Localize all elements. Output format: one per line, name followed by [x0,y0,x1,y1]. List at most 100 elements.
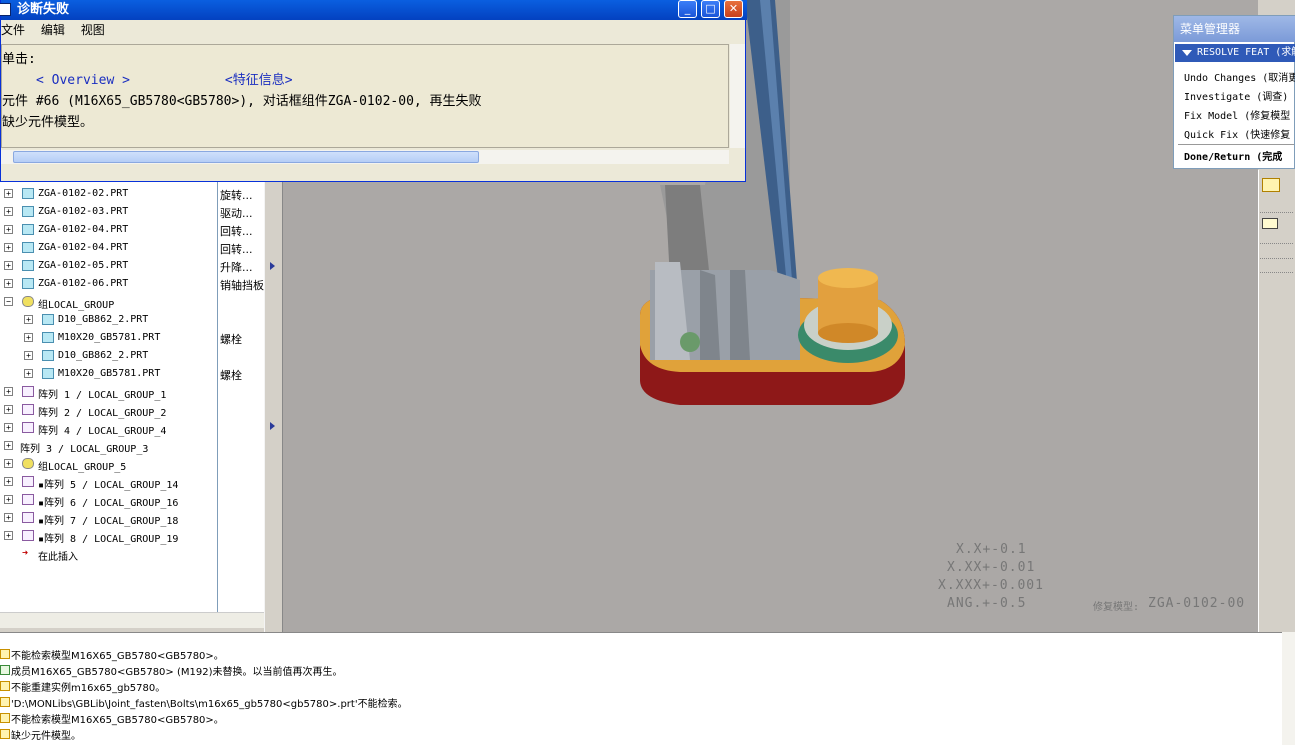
tree-item-label: ZGA-0102-04.PRT [38,224,129,235]
tree-row[interactable]: + ▪阵列 7 / LOCAL_GROUP_18 [0,509,217,527]
tree-row[interactable]: + ▪阵列 5 / LOCAL_GROUP_14 [0,473,217,491]
tree-horizontal-scrollbar[interactable] [0,612,218,628]
tolerance-3: X.XXX+-0.001 [938,578,1044,593]
tree-row[interactable]: − 组LOCAL_GROUP [0,293,217,311]
tree-row[interactable]: + ZGA-0102-02.PRT [0,185,217,203]
expand-toggle-icon[interactable]: + [24,315,33,324]
warning-icon [0,697,10,707]
dialog-horizontal-scrollbar[interactable] [1,150,729,164]
tree-info-scrollbar[interactable] [218,612,264,628]
part-icon [42,332,54,343]
tree-item-label: 阵列 1 / LOCAL_GROUP_1 [38,390,167,401]
minimize-button[interactable]: _ [678,0,697,18]
tree-row[interactable]: + M10X20_GB5781.PRT [0,329,217,347]
expand-toggle-icon[interactable]: + [4,207,13,216]
expand-toggle-icon[interactable]: + [4,243,13,252]
tree-item-label: ▪阵列 7 / LOCAL_GROUP_18 [38,516,179,527]
tree-item-label: 阵列 3 / LOCAL_GROUP_3 [20,444,149,455]
pattern-icon [22,512,34,523]
part-icon [42,314,54,325]
expand-toggle-icon[interactable]: + [4,513,13,522]
message-line: 不能检索模型M16X65_GB5780<GB5780>。 [0,711,224,727]
expand-toggle-icon[interactable]: + [4,459,13,468]
expand-toggle-icon[interactable]: + [24,369,33,378]
tolerance-2: X.XX+-0.01 [947,560,1036,575]
tree-row[interactable]: + ▪阵列 8 / LOCAL_GROUP_19 [0,527,217,545]
tree-row[interactable]: + 阵列 1 / LOCAL_GROUP_1 [0,383,217,401]
dialog-title[interactable]: 诊断失败 [1,0,747,20]
overview-link[interactable]: < Overview > [36,73,130,88]
menu-edit[interactable]: 编辑 [41,23,65,37]
tree-item-label: ZGA-0102-05.PRT [38,260,129,271]
tree-row[interactable]: + 阵列 3 / LOCAL_GROUP_3 [0,437,217,455]
tree-row[interactable]: + ▪阵列 6 / LOCAL_GROUP_16 [0,491,217,509]
maximize-button[interactable]: □ [701,0,720,18]
tree-row[interactable]: + M10X20_GB5781.PRT [0,365,217,383]
message-scrollbar[interactable] [1282,632,1295,745]
message-line: 不能重建实例m16x65_gb5780。 [0,679,165,695]
tree-row[interactable]: + 阵列 4 / LOCAL_GROUP_4 [0,419,217,437]
tree-item-label: ZGA-0102-02.PRT [38,188,129,199]
tree-row[interactable]: + D10_GB862_2.PRT [0,347,217,365]
insert-here-marker[interactable]: ➜ 在此插入 [0,545,217,563]
part-icon [22,260,34,271]
expand-toggle-icon[interactable]: + [4,387,13,396]
dialog-app-icon [0,3,11,16]
close-button[interactable]: ✕ [724,0,743,18]
expand-toggle-icon[interactable]: + [4,405,13,414]
investigate-item[interactable]: Investigate (调查) [1184,88,1288,103]
expand-toggle-icon[interactable]: + [4,261,13,270]
tree-item-label: 阵列 2 / LOCAL_GROUP_2 [38,408,167,419]
group-icon [22,296,34,307]
expand-toggle-icon[interactable]: − [4,297,13,306]
expand-toggle-icon[interactable]: + [4,441,13,450]
tree-row[interactable]: + ZGA-0102-05.PRT [0,257,217,275]
tree-item-info: 旋转... [220,189,253,202]
fix-model-label: 修复模型: [1093,602,1140,613]
datum-tag-icon[interactable] [1262,218,1278,229]
tree-sash[interactable] [264,182,283,632]
tolerance-4: ANG.+-0.5 [947,596,1027,611]
tree-item-info: 升降... [220,261,253,274]
datum-points-icon[interactable] [1262,178,1280,192]
diagnostic-dialog: 诊断失败 _ □ ✕ 文件 编辑 视图 单击: < Overview > <特征信… [0,0,747,182]
tree-row[interactable]: + ZGA-0102-06.PRT [0,275,217,293]
message-text: 缺少元件模型。 [11,731,81,742]
tree-item-label: ▪阵列 5 / LOCAL_GROUP_14 [38,480,179,491]
tree-item-label: ZGA-0102-03.PRT [38,206,129,217]
expand-toggle-icon[interactable]: + [4,189,13,198]
tree-item-label: M10X20_GB5781.PRT [58,368,161,379]
model-tree[interactable]: + ZGA-0102-02.PRT + ZGA-0102-03.PRT + ZGA-010… [0,182,218,612]
expand-toggle-icon[interactable]: + [4,531,13,540]
part-icon [22,278,34,289]
menu-file[interactable]: 文件 [1,23,25,37]
undo-changes-item[interactable]: Undo Changes (取消更 [1184,69,1295,84]
feature-info-link[interactable]: <特征信息> [225,73,293,88]
expand-toggle-icon[interactable]: + [4,477,13,486]
tree-item-label: D10_GB862_2.PRT [58,350,149,361]
tree-row[interactable]: + ZGA-0102-03.PRT [0,203,217,221]
expand-toggle-icon[interactable]: + [4,225,13,234]
quick-fix-item[interactable]: Quick Fix (快速修复 [1184,126,1290,141]
message-line: 不能检索模型M16X65_GB5780<GB5780>。 [0,647,224,663]
tree-row[interactable]: + 阵列 2 / LOCAL_GROUP_2 [0,401,217,419]
menu-manager-title[interactable]: 菜单管理器 [1174,16,1295,42]
done-return-item[interactable]: Done/Return (完成 [1184,148,1282,163]
click-prompt: 单击: [2,52,36,67]
menu-view[interactable]: 视图 [81,23,105,37]
expand-toggle-icon[interactable]: + [4,279,13,288]
tree-row[interactable]: + ZGA-0102-04.PRT [0,221,217,239]
expand-toggle-icon[interactable]: + [24,333,33,342]
tree-row[interactable]: + ZGA-0102-04.PRT [0,239,217,257]
tree-row[interactable]: + D10_GB862_2.PRT [0,311,217,329]
dialog-vertical-scrollbar[interactable] [730,44,745,148]
fix-model-item[interactable]: Fix Model (修复模型 [1184,107,1290,122]
tree-row[interactable]: + 组LOCAL_GROUP_5 [0,455,217,473]
resolve-feat-header[interactable]: RESOLVE FEAT (求解 [1175,44,1295,62]
expand-toggle-icon[interactable]: + [4,495,13,504]
scrollbar-thumb[interactable] [13,151,479,163]
message-line: 'D:\MONLibs\GBLib\Joint_fasten\Bolts\m16… [0,695,408,711]
part-icon [42,350,54,361]
expand-toggle-icon[interactable]: + [4,423,13,432]
expand-toggle-icon[interactable]: + [24,351,33,360]
